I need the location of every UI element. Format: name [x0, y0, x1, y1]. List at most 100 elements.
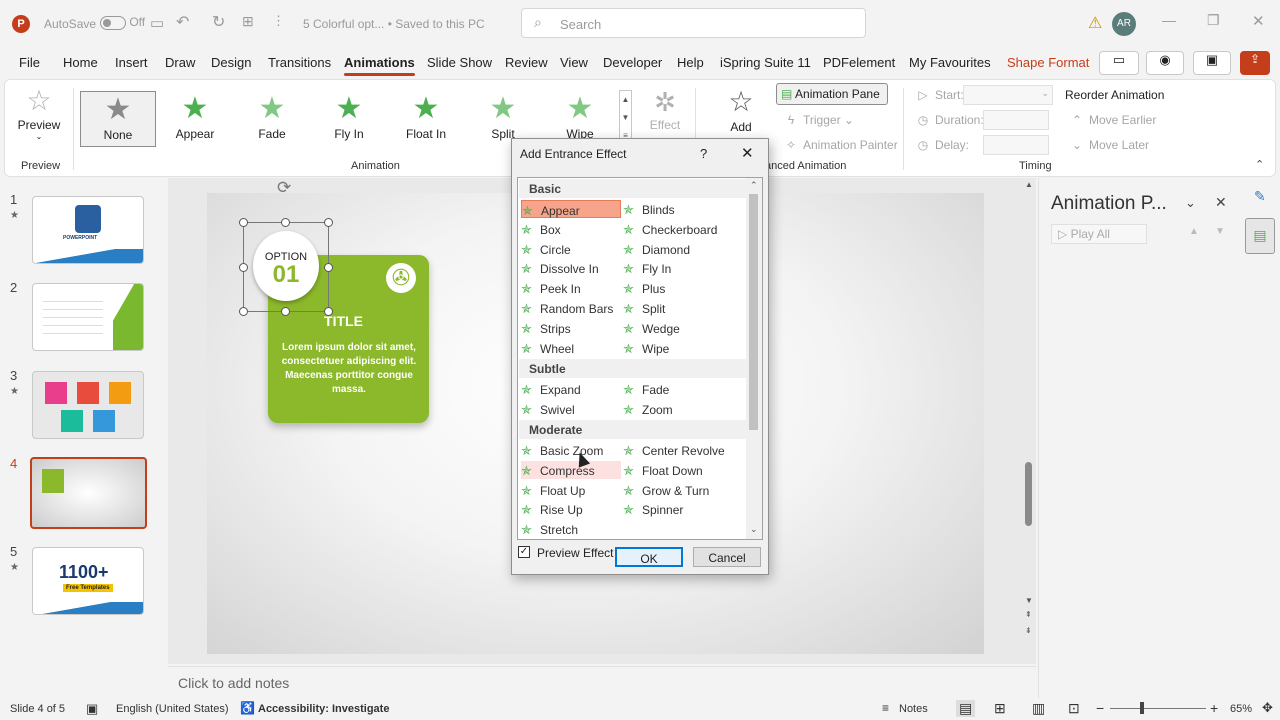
- close-pane-icon[interactable]: ✕: [1215, 194, 1227, 211]
- slide-thumbnail-1[interactable]: POWERPOINT: [32, 196, 144, 264]
- effect-item[interactable]: ✯ Wipe: [623, 339, 723, 357]
- normal-view-icon[interactable]: ▤: [956, 700, 976, 717]
- collapse-ribbon-icon[interactable]: ⌃: [1255, 158, 1264, 171]
- duration-input[interactable]: [983, 110, 1049, 130]
- scroll-down-icon[interactable]: ⌄: [750, 524, 758, 535]
- start-dropdown[interactable]: ⌄: [963, 85, 1053, 105]
- effect-item[interactable]: ✯ Float Up: [521, 481, 621, 499]
- effect-item[interactable]: ✯ Spinner: [623, 500, 723, 518]
- tab-pdfelement[interactable]: PDFelement: [823, 55, 895, 70]
- format-icon[interactable]: ✎: [1254, 188, 1266, 205]
- effect-item[interactable]: ✯ Basic Zoom: [521, 441, 621, 459]
- share-button[interactable]: ⇪: [1240, 51, 1270, 75]
- gallery-none[interactable]: ★ None: [80, 91, 156, 147]
- gallery-fade[interactable]: ★ Fade: [234, 91, 310, 147]
- tab-review[interactable]: Review: [505, 55, 548, 70]
- tab-ispring[interactable]: iSpring Suite 11: [720, 55, 811, 70]
- tab-slide-show[interactable]: Slide Show: [427, 55, 492, 70]
- close-icon[interactable]: ✕: [1252, 12, 1265, 30]
- move-earlier-button[interactable]: ⌃ Move Earlier: [1069, 113, 1156, 127]
- pane-options-icon[interactable]: ⌄: [1185, 195, 1196, 211]
- tab-developer[interactable]: Developer: [603, 55, 662, 70]
- slide-thumbnail-4[interactable]: [30, 457, 147, 529]
- effect-item[interactable]: ✯ Wedge: [623, 319, 723, 337]
- tab-draw[interactable]: Draw: [165, 55, 195, 70]
- animation-pane-button[interactable]: ▤ Animation Pane: [776, 83, 888, 105]
- effect-item[interactable]: ✯ Strips: [521, 319, 621, 337]
- customize-qat-icon[interactable]: ⋮: [272, 13, 285, 29]
- autosave-toggle[interactable]: Off: [100, 15, 145, 30]
- effect-item[interactable]: ✯ Fly In: [623, 259, 723, 277]
- effect-item[interactable]: ✯ Center Revolve: [623, 441, 725, 459]
- effect-item[interactable]: ✯ Fade: [623, 380, 723, 398]
- tab-transitions[interactable]: Transitions: [268, 55, 331, 70]
- teams-button[interactable]: ▣: [1193, 51, 1231, 75]
- rotate-handle-icon[interactable]: ⟳: [277, 178, 291, 198]
- effect-item[interactable]: ✯ Diamond: [623, 240, 723, 258]
- language[interactable]: English (United States): [116, 703, 229, 715]
- effect-item[interactable]: ✯ Expand: [521, 380, 621, 398]
- zoom-in-icon[interactable]: +: [1210, 700, 1218, 716]
- resize-handle[interactable]: [281, 307, 290, 316]
- avatar[interactable]: AR: [1112, 12, 1136, 36]
- list-scrollbar[interactable]: ⌃ ⌄: [746, 178, 762, 539]
- close-icon[interactable]: ✕: [741, 144, 754, 162]
- animation-painter-button[interactable]: ✧ Animation Painter: [783, 138, 898, 152]
- zoom-slider[interactable]: [1110, 708, 1206, 709]
- record-button[interactable]: ◉: [1146, 51, 1184, 75]
- effect-item[interactable]: ✯ Grow & Turn: [623, 481, 723, 499]
- slide-thumbnail-5[interactable]: 1100+ Free Templates: [32, 547, 144, 615]
- reading-view-icon[interactable]: ▥: [1032, 700, 1045, 717]
- tab-my-favourites[interactable]: My Favourites: [909, 55, 991, 70]
- prev-slide-icon[interactable]: ⇞: [1025, 610, 1032, 619]
- warning-icon[interactable]: ⚠: [1088, 13, 1102, 33]
- effect-item[interactable]: ✯ Compress: [521, 460, 621, 479]
- tab-view[interactable]: View: [560, 55, 588, 70]
- delay-input[interactable]: [983, 135, 1049, 155]
- effect-item[interactable]: ✯ Appear: [521, 200, 621, 218]
- tab-insert[interactable]: Insert: [115, 55, 148, 70]
- move-up-icon[interactable]: ▲: [1189, 226, 1199, 237]
- resize-handle[interactable]: [281, 218, 290, 227]
- effect-item[interactable]: ✯ Swivel: [521, 400, 621, 418]
- notes-button[interactable]: Notes: [899, 703, 928, 715]
- resize-handle[interactable]: [239, 263, 248, 272]
- resize-handle[interactable]: [239, 218, 248, 227]
- effect-item[interactable]: ✯ Rise Up: [521, 500, 621, 518]
- resize-handle[interactable]: [324, 307, 333, 316]
- effect-item[interactable]: ✯ Random Bars: [521, 299, 621, 317]
- slide-thumbnail-2[interactable]: [32, 283, 144, 351]
- scroll-down-icon[interactable]: ▼: [1025, 596, 1033, 605]
- effect-item[interactable]: ✯ Float Down: [623, 461, 723, 479]
- minimize-icon[interactable]: —: [1162, 12, 1176, 28]
- effects-list[interactable]: Basic Subtle Moderate ✯ Appear ✯ Box ✯ Circle…: [517, 177, 763, 540]
- help-button[interactable]: ?: [700, 146, 707, 161]
- effect-item[interactable]: ✯ Checkerboard: [623, 220, 723, 238]
- resize-handle[interactable]: [324, 263, 333, 272]
- tab-file[interactable]: File: [19, 55, 40, 70]
- effect-item[interactable]: ✯ Split: [623, 299, 723, 317]
- present-icon[interactable]: ⊞: [242, 13, 254, 30]
- search-box[interactable]: ⌕ Search: [521, 8, 866, 38]
- tab-help[interactable]: Help: [677, 55, 704, 70]
- editor-scrollbar[interactable]: ▲ ▼ ⇞ ⇟: [1022, 178, 1036, 664]
- scroll-up-icon[interactable]: ▲: [1025, 180, 1033, 189]
- save-icon[interactable]: ▭: [150, 14, 164, 32]
- play-all-button[interactable]: ▷ Play All: [1051, 224, 1147, 244]
- effect-item[interactable]: ✯ Blinds: [623, 200, 723, 218]
- effect-options-button[interactable]: ✲ Effect: [645, 86, 685, 132]
- preview-button[interactable]: ☆ Preview ⌄: [15, 84, 63, 141]
- scroll-up-icon[interactable]: ⌃: [750, 180, 758, 191]
- comments-button[interactable]: ▭: [1099, 51, 1139, 75]
- zoom-slider-thumb[interactable]: [1140, 702, 1144, 714]
- resize-handle[interactable]: [239, 307, 248, 316]
- redo-icon[interactable]: ↻: [212, 12, 225, 32]
- effect-item[interactable]: ✯ Wheel: [521, 339, 621, 357]
- restore-icon[interactable]: ❐: [1207, 12, 1220, 29]
- scroll-thumb[interactable]: [1025, 462, 1032, 526]
- trigger-button[interactable]: ϟ Trigger ⌄: [783, 113, 854, 127]
- undo-icon[interactable]: ↶: [176, 12, 189, 32]
- notes-icon[interactable]: ≡: [882, 701, 889, 715]
- animation-pane-toggle[interactable]: ▤: [1245, 218, 1275, 254]
- slide-thumbnail-3[interactable]: [32, 371, 144, 439]
